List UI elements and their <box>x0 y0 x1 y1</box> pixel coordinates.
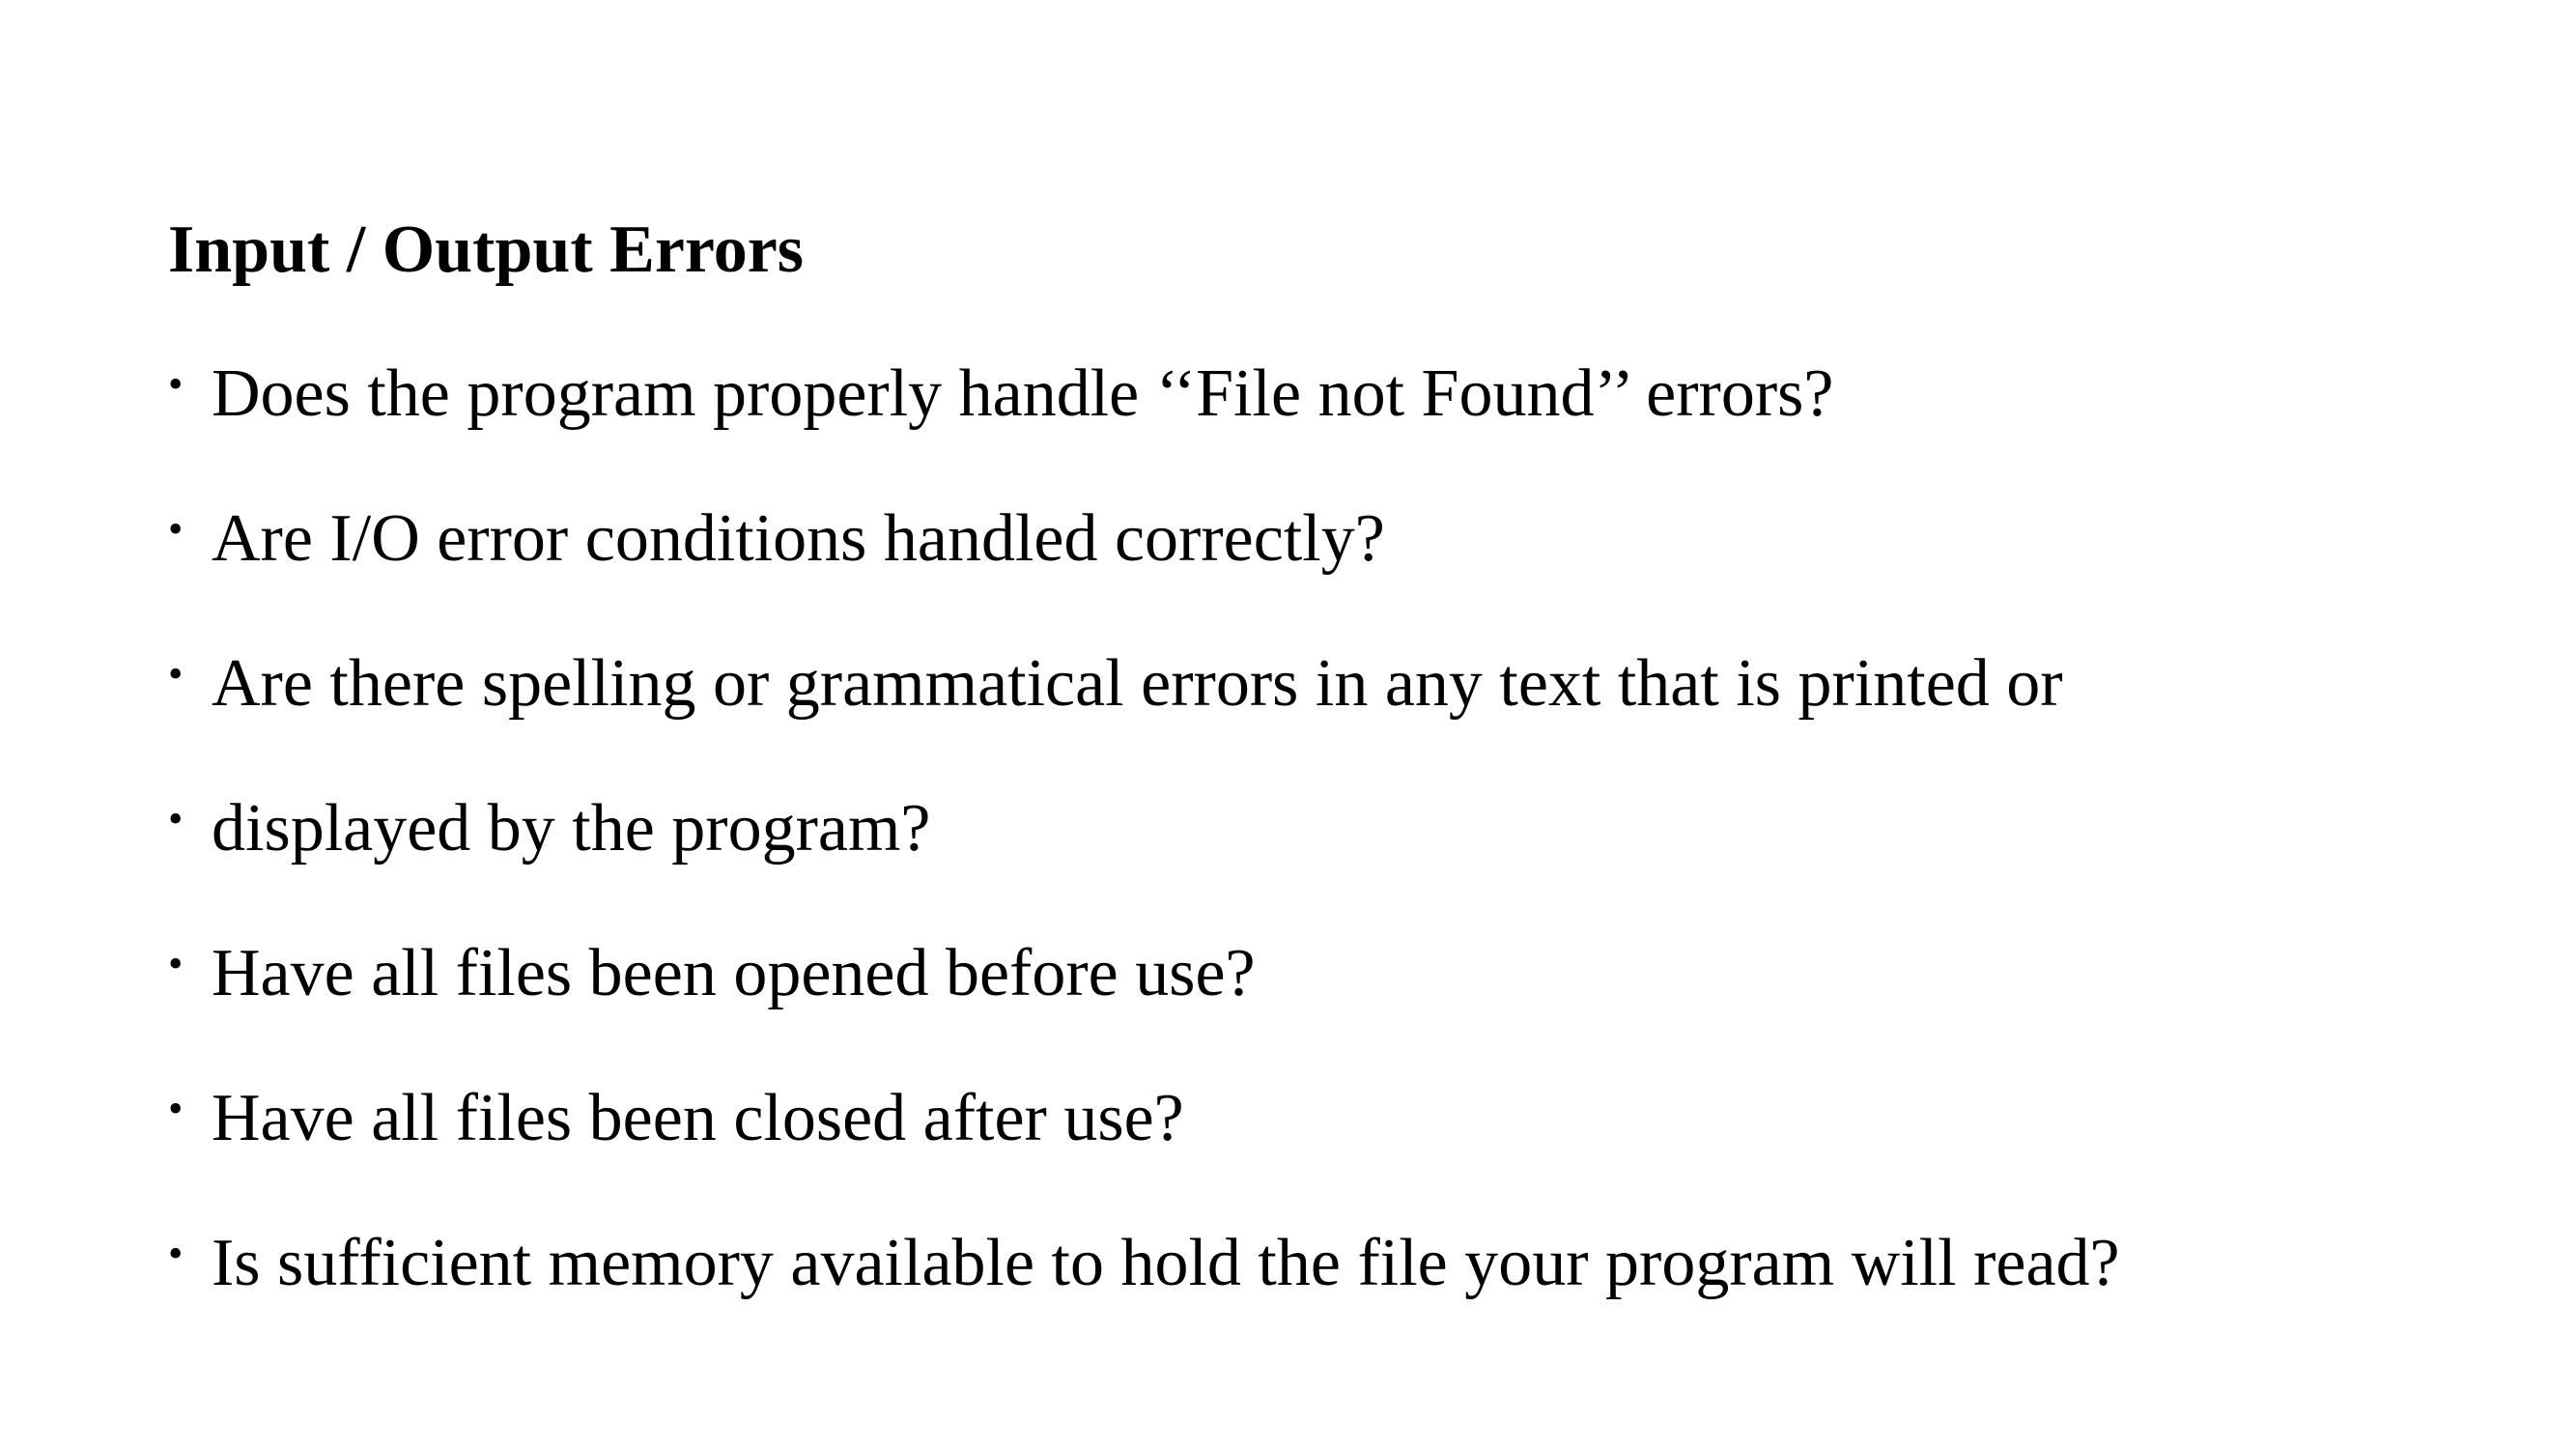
bullet-list: • Does the program properly handle ‘‘Fil… <box>168 351 2120 1365</box>
bullet-icon: • <box>168 505 184 553</box>
bullet-text: Have all files been opened before use? <box>212 936 1256 1010</box>
bullet-icon: • <box>168 940 184 987</box>
bullet-text: displayed by the program? <box>212 791 931 866</box>
bullet-icon: • <box>168 1085 184 1132</box>
bullet-item: • Are there spelling or grammatical erro… <box>168 640 2120 785</box>
bullet-icon: • <box>168 360 184 408</box>
bullet-icon: • <box>168 650 184 697</box>
bullet-icon: • <box>168 795 184 842</box>
bullet-item: • Have all files been opened before use? <box>168 930 2120 1075</box>
slide: Input / Output Errors • Does the program… <box>0 0 2576 1449</box>
slide-heading: Input / Output Errors <box>168 213 805 287</box>
bullet-item: • displayed by the program? <box>168 785 2120 930</box>
bullet-text: Have all files been closed after use? <box>212 1081 1184 1155</box>
bullet-text: Does the program properly handle ‘‘File … <box>212 356 1834 431</box>
bullet-icon: • <box>168 1230 184 1277</box>
bullet-text: Are there spelling or grammatical errors… <box>212 646 2063 721</box>
bullet-item: • Does the program properly handle ‘‘Fil… <box>168 351 2120 496</box>
bullet-text: Are I/O error conditions handled correct… <box>212 501 1385 576</box>
bullet-text: Is sufficient memory available to hold t… <box>212 1226 2120 1300</box>
bullet-item: • Are I/O error conditions handled corre… <box>168 496 2120 640</box>
bullet-item: • Is sufficient memory available to hold… <box>168 1220 2120 1365</box>
bullet-item: • Have all files been closed after use? <box>168 1075 2120 1220</box>
